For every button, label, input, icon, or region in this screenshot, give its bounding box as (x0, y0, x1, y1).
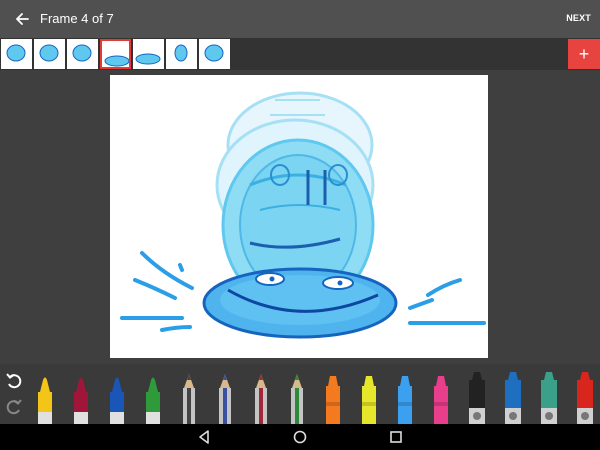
marker-palette (0, 364, 600, 424)
frame-thumbnail-drawing (204, 44, 224, 62)
highlighter-icon (362, 376, 376, 424)
pencil-icon (291, 374, 303, 424)
back-button[interactable] (10, 7, 34, 31)
marker-icon (38, 377, 52, 424)
nav-home-icon[interactable] (292, 429, 308, 445)
sharpie-icon (469, 372, 485, 424)
sharpie-tool[interactable] (462, 372, 492, 424)
sharpie-icon (541, 372, 557, 424)
redo-icon (6, 399, 22, 415)
pencil-tool[interactable] (174, 372, 204, 424)
marker-icon (146, 377, 160, 424)
highlighter-tool[interactable] (354, 372, 384, 424)
marker-tool[interactable] (30, 372, 60, 424)
add-frame-button[interactable]: + (568, 39, 600, 69)
redo-button[interactable] (4, 397, 24, 417)
frame-thumbnail[interactable] (133, 39, 164, 69)
undo-icon (6, 373, 22, 389)
pencil-icon (183, 374, 195, 424)
frame-thumbnail[interactable] (1, 39, 32, 69)
marker-icon (110, 377, 124, 424)
frame-thumbnail-drawing (39, 44, 59, 62)
frame-thumbnail-drawing (6, 44, 26, 62)
undo-button[interactable] (4, 371, 24, 391)
marker-tool[interactable] (66, 372, 96, 424)
frame-strip (0, 38, 600, 70)
page-title: Frame 4 of 7 (40, 11, 114, 26)
marker-tool[interactable] (138, 372, 168, 424)
highlighter-tool[interactable] (318, 372, 348, 424)
marker-tool[interactable] (102, 372, 132, 424)
drawing-artwork (120, 91, 486, 339)
frame-thumbnail-drawing (72, 44, 92, 62)
frame-thumbnail[interactable] (100, 39, 131, 69)
highlighter-icon (326, 376, 340, 424)
sharpie-tool[interactable] (570, 372, 600, 424)
arrow-back-icon (16, 13, 29, 25)
sharpie-icon (577, 372, 593, 424)
sharpie-tool[interactable] (498, 372, 528, 424)
frame-thumbnail-drawing (174, 44, 188, 62)
pencil-tool[interactable] (210, 372, 240, 424)
sharpie-tool[interactable] (534, 372, 564, 424)
nav-recents-icon[interactable] (388, 429, 404, 445)
app-bar: Frame 4 of 7 NEXT (0, 0, 600, 38)
pencil-icon (219, 374, 231, 424)
drawing-canvas[interactable] (110, 75, 488, 358)
pencil-tool[interactable] (246, 372, 276, 424)
frame-thumbnail[interactable] (166, 39, 197, 69)
sharpie-icon (505, 372, 521, 424)
frame-thumbnail[interactable] (199, 39, 230, 69)
highlighter-tool[interactable] (390, 372, 420, 424)
pencil-icon (255, 374, 267, 424)
marker-icon (74, 377, 88, 424)
nav-back-icon[interactable] (196, 429, 212, 445)
frame-thumbnail-drawing (104, 55, 130, 67)
system-nav-bar (0, 424, 600, 450)
frame-thumbnail-drawing (135, 53, 161, 65)
pencil-tool[interactable] (282, 372, 312, 424)
highlighter-icon (398, 376, 412, 424)
highlighter-icon (434, 376, 448, 424)
highlighter-tool[interactable] (426, 372, 456, 424)
next-button[interactable]: NEXT (566, 13, 591, 23)
frame-thumbnail[interactable] (67, 39, 98, 69)
frame-thumbnail[interactable] (34, 39, 65, 69)
